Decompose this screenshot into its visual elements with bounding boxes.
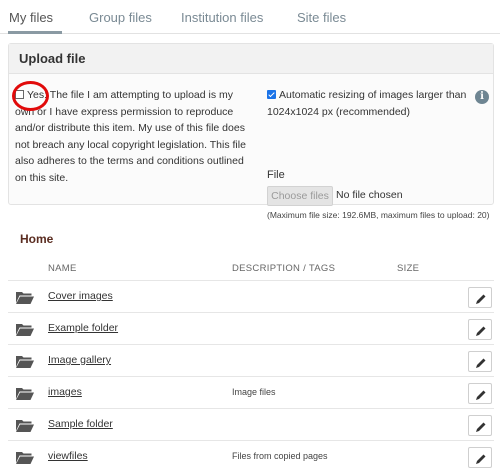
edit-button[interactable]: [468, 287, 492, 308]
pencil-icon: [476, 390, 486, 400]
folder-open-icon: [16, 355, 34, 368]
table-row: Example folder: [8, 312, 494, 344]
table-header: NAME DESCRIPTION / TAGS SIZE: [0, 258, 500, 280]
no-file-chosen-text: No file chosen: [336, 189, 403, 201]
resize-checkbox[interactable]: [267, 90, 276, 99]
file-label: File: [267, 169, 285, 181]
tab-group-files[interactable]: Group files: [89, 10, 152, 25]
folder-description: Files from copied pages: [232, 451, 328, 461]
folder-link[interactable]: viewfiles: [48, 450, 88, 462]
tab-institution-files[interactable]: Institution files: [181, 10, 263, 25]
choose-files-button[interactable]: Choose files: [267, 186, 333, 206]
column-name: NAME: [48, 263, 77, 274]
resize-label: Automatic resizing of images larger than…: [267, 89, 467, 118]
folder-description: Image files: [232, 387, 276, 397]
folder-open-icon: [16, 419, 34, 432]
upload-panel-title: Upload file: [9, 44, 493, 74]
pencil-icon: [476, 358, 486, 368]
folder-link[interactable]: Example folder: [48, 322, 118, 334]
folder-link[interactable]: Image gallery: [48, 354, 111, 366]
pencil-icon: [476, 422, 486, 432]
edit-button[interactable]: [468, 447, 492, 468]
license-agreement: Yes: The file I am attempting to upload …: [15, 87, 250, 186]
column-description: DESCRIPTION / TAGS: [232, 263, 336, 274]
info-icon[interactable]: i: [475, 90, 489, 104]
license-text: Yes: The file I am attempting to upload …: [15, 89, 246, 184]
folder-title: Home: [20, 232, 54, 246]
pencil-icon: [476, 326, 486, 336]
table-row: viewfiles Files from copied pages: [8, 440, 494, 472]
edit-button[interactable]: [468, 415, 492, 436]
column-size: SIZE: [397, 263, 420, 274]
annotation-circle: [12, 81, 49, 111]
tab-my-files[interactable]: My files: [9, 10, 53, 25]
tab-site-files[interactable]: Site files: [297, 10, 346, 25]
file-tabs: My files Group files Institution files S…: [0, 0, 500, 34]
pencil-icon: [476, 294, 486, 304]
active-tab-indicator: [8, 31, 62, 34]
folder-open-icon: [16, 323, 34, 336]
edit-button[interactable]: [468, 351, 492, 372]
edit-button[interactable]: [468, 383, 492, 404]
table-row: images Image files: [8, 376, 494, 408]
pencil-icon: [476, 454, 486, 464]
table-row: Sample folder: [8, 408, 494, 440]
upload-panel: Upload file Yes: The file I am attemptin…: [8, 43, 494, 220]
folder-open-icon: [16, 291, 34, 304]
max-file-size-text: (Maximum file size: 192.6MB, maximum fil…: [267, 210, 490, 220]
folder-link[interactable]: images: [48, 386, 82, 398]
table-row: Image gallery: [8, 344, 494, 376]
folder-link[interactable]: Sample folder: [48, 418, 113, 430]
resize-option: Automatic resizing of images larger than…: [267, 87, 467, 120]
folder-link[interactable]: Cover images: [48, 290, 113, 302]
table-row: Cover images: [8, 280, 494, 312]
edit-button[interactable]: [468, 319, 492, 340]
folder-open-icon: [16, 451, 34, 464]
folder-open-icon: [16, 387, 34, 400]
